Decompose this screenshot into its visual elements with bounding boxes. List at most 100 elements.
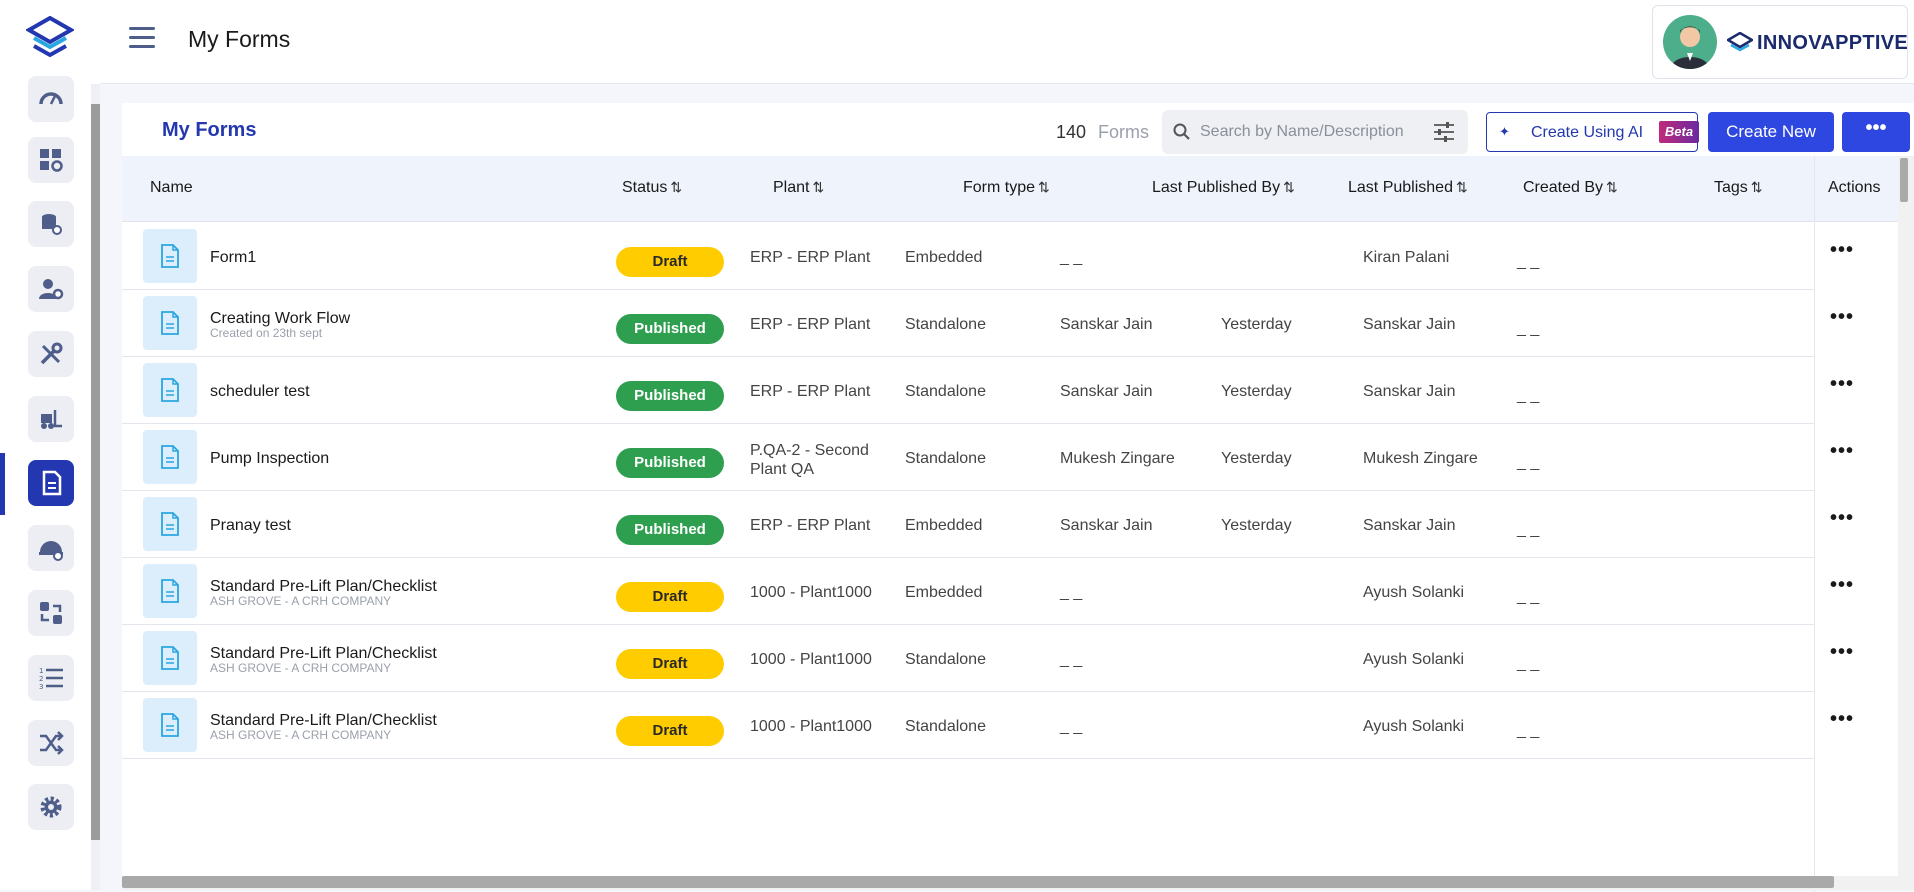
document-icon: [143, 296, 197, 350]
row-more-actions-button[interactable]: •••: [1830, 708, 1854, 731]
sidebar-item-forms[interactable]: [28, 460, 74, 506]
column-header-last-published-by[interactable]: Last Published By ⇅: [1152, 179, 1295, 197]
brand-name: INNOVAPPTIVE: [1757, 32, 1909, 54]
sidebar-item-apps[interactable]: [28, 137, 74, 183]
database-settings-icon: [42, 214, 62, 235]
created-by-cell: Sanskar Jain: [1363, 517, 1456, 534]
sidebar-item-data[interactable]: [28, 201, 74, 247]
sort-icon: ⇅: [1038, 179, 1050, 195]
table-row[interactable]: Pump Inspection Published P.QA-2 - Secon…: [122, 424, 1853, 491]
svg-text:2: 2: [39, 675, 43, 683]
status-badge: Draft: [616, 582, 724, 612]
sidebar-item-tools[interactable]: [28, 331, 74, 377]
row-more-actions-button[interactable]: •••: [1830, 373, 1854, 396]
filter-sliders-icon[interactable]: [1432, 121, 1456, 143]
table-horizontal-scrollbar-thumb[interactable]: [122, 876, 1834, 888]
row-more-actions-button[interactable]: •••: [1830, 239, 1854, 262]
sort-icon: ⇅: [1750, 179, 1763, 195]
last-published-cell: Yesterday: [1221, 517, 1292, 534]
plant-cell: ERP - ERP Plant: [750, 316, 871, 333]
search-box[interactable]: [1162, 110, 1468, 154]
created-by-cell: Ayush Solanki: [1363, 718, 1465, 735]
form-name[interactable]: Pump Inspection: [210, 450, 329, 468]
column-header-plant[interactable]: Plant ⇅: [773, 179, 824, 197]
table-row[interactable]: Standard Pre-Lift Plan/Checklist ASH GRO…: [122, 625, 1853, 692]
column-header-created-by[interactable]: Created By ⇅: [1523, 179, 1618, 197]
form-name[interactable]: Form1: [210, 249, 256, 267]
column-header-name: Name: [150, 179, 193, 196]
sidebar-item-workflows[interactable]: [28, 720, 74, 766]
table-row[interactable]: Creating Work Flow Created on 23th sept …: [122, 290, 1853, 357]
column-header-status[interactable]: Status ⇅: [622, 179, 682, 197]
hamburger-menu-icon[interactable]: [129, 27, 155, 49]
create-using-ai-button[interactable]: ✦ Create Using AI Beta: [1486, 112, 1699, 152]
row-more-actions-button[interactable]: •••: [1830, 641, 1854, 664]
row-more-actions-button[interactable]: •••: [1830, 440, 1854, 463]
tags-cell: _ _: [1517, 722, 1540, 739]
form-type-cell: Standalone: [905, 450, 986, 467]
sidebar-item-sync[interactable]: [28, 590, 74, 636]
created-by-cell: Sanskar Jain: [1363, 383, 1456, 400]
table-row[interactable]: Standard Pre-Lift Plan/Checklist ASH GRO…: [122, 692, 1853, 759]
document-icon: [143, 497, 197, 551]
sidebar-item-equipment[interactable]: [28, 396, 74, 442]
sort-icon: ⇅: [1283, 179, 1295, 195]
created-by-cell: Ayush Solanki: [1363, 651, 1465, 668]
last-published-by-cell: Sanskar Jain: [1060, 316, 1153, 333]
row-more-actions-button[interactable]: •••: [1830, 507, 1854, 530]
profile-brand-box[interactable]: INNOVAPPTIVE: [1652, 5, 1908, 79]
form-name[interactable]: scheduler test: [210, 383, 310, 401]
sidebar-item-settings[interactable]: [28, 784, 74, 830]
created-by-cell: Ayush Solanki: [1363, 584, 1465, 601]
sort-icon: ⇅: [812, 179, 825, 195]
create-new-button[interactable]: Create New: [1708, 112, 1834, 152]
column-header-last-published[interactable]: Last Published ⇅: [1348, 179, 1468, 197]
last-published-cell: Yesterday: [1221, 383, 1292, 400]
user-settings-icon: [39, 279, 64, 300]
sidebar-scrollbar-thumb[interactable]: [91, 104, 100, 840]
column-header-form-type[interactable]: Form type ⇅: [963, 179, 1050, 197]
form-name[interactable]: Pranay test: [210, 517, 291, 535]
created-by-cell: Sanskar Jain: [1363, 316, 1456, 333]
sidebar-item-dashboard[interactable]: [28, 76, 74, 122]
row-more-actions-button[interactable]: •••: [1830, 574, 1854, 597]
more-options-button[interactable]: •••: [1842, 112, 1910, 152]
actions-column-divider: [1814, 156, 1815, 892]
status-badge: Published: [616, 448, 724, 478]
document-icon: [143, 698, 197, 752]
card-title: My Forms: [162, 119, 257, 141]
app-logo-icon[interactable]: [26, 16, 74, 60]
row-more-actions-button[interactable]: •••: [1830, 306, 1854, 329]
search-input[interactable]: [1200, 110, 1420, 154]
table-row[interactable]: Standard Pre-Lift Plan/Checklist ASH GRO…: [122, 558, 1853, 625]
sidebar-item-safety[interactable]: [28, 525, 74, 571]
form-type-cell: Standalone: [905, 383, 986, 400]
sidebar: 123: [0, 0, 100, 890]
status-badge: Published: [616, 515, 724, 545]
plant-cell: 1000 - Plant1000: [750, 584, 872, 601]
numbered-list-icon: 123: [39, 667, 63, 691]
table-row[interactable]: Form1 Draft ERP - ERP Plant Embedded _ _…: [122, 223, 1853, 290]
sidebar-item-lists[interactable]: 123: [28, 655, 74, 701]
tags-cell: _ _: [1517, 655, 1540, 672]
svg-text:1: 1: [39, 667, 43, 675]
table-vertical-scrollbar[interactable]: [1898, 156, 1914, 890]
search-icon: [1173, 123, 1190, 140]
sync-icon: [40, 602, 62, 624]
forms-icon: [42, 470, 62, 496]
form-subtitle: ASH GROVE - A CRH COMPANY: [210, 728, 392, 742]
forms-card: My Forms 140 Forms ✦ Create Using AI Bet…: [122, 103, 1914, 892]
plant-cell: 1000 - Plant1000: [750, 718, 872, 735]
form-subtitle: Created on 23th sept: [210, 326, 323, 340]
table-row[interactable]: scheduler test Published ERP - ERP Plant…: [122, 357, 1853, 424]
table-row[interactable]: Pranay test Published ERP - ERP Plant Em…: [122, 491, 1853, 558]
gear-icon: [40, 796, 62, 818]
column-header-tags[interactable]: Tags ⇅: [1714, 179, 1763, 197]
sidebar-item-users[interactable]: [28, 266, 74, 312]
status-badge: Draft: [616, 247, 724, 277]
last-published-cell: Yesterday: [1221, 316, 1292, 333]
form-count-label: Forms: [1098, 122, 1149, 142]
avatar[interactable]: [1663, 15, 1717, 69]
table-vertical-scrollbar-thumb[interactable]: [1900, 158, 1908, 202]
form-count: 140: [1056, 122, 1087, 142]
